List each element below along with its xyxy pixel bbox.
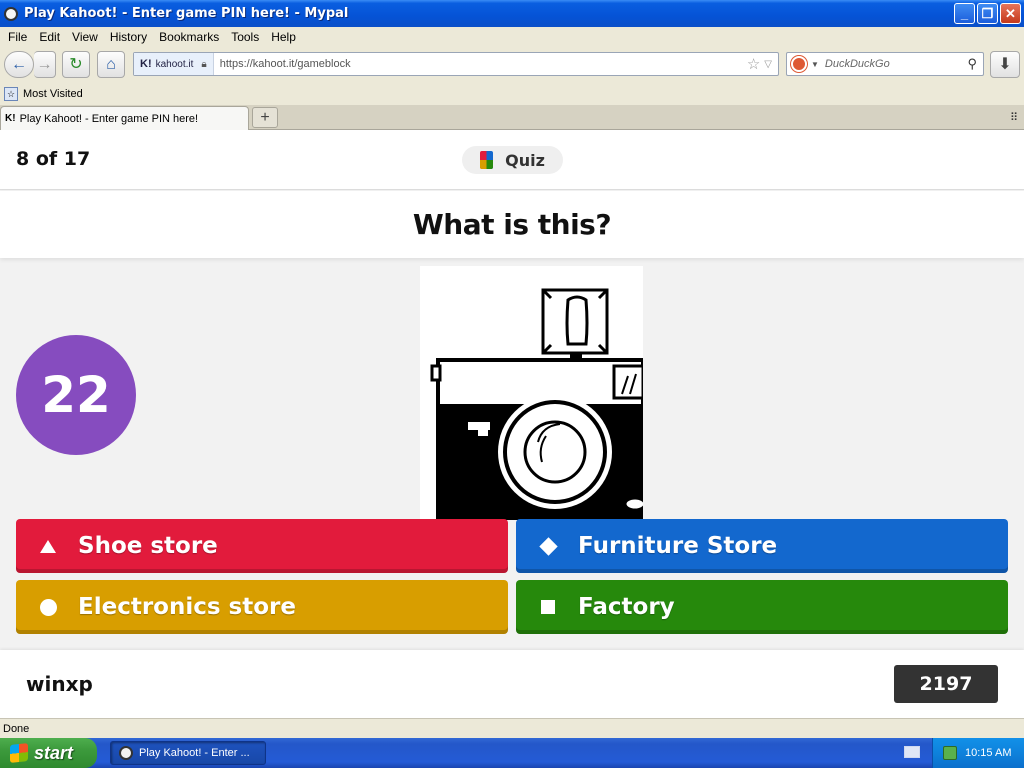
clock[interactable]: 10:15 AM [965, 747, 1011, 759]
answer-label: Factory [578, 594, 675, 620]
status-bar: Done [0, 718, 1024, 738]
game-mode-label: Quiz [505, 150, 545, 170]
quiz-icon [480, 151, 494, 169]
tab-list-icon[interactable]: ⠿ [1010, 111, 1018, 124]
square-icon [530, 600, 570, 614]
search-bar[interactable]: ▼ DuckDuckGo ⚲ [786, 52, 984, 76]
search-icon[interactable]: ⚲ [967, 56, 977, 72]
restore-button[interactable]: ❐ [977, 3, 998, 24]
most-visited-bookmark[interactable]: Most Visited [23, 88, 83, 100]
url-input[interactable]: https://kahoot.it/gameblock [220, 58, 747, 70]
taskbar-item-mypal[interactable]: Play Kahoot! - Enter ... [110, 741, 266, 765]
tab-kahoot[interactable]: K! Play Kahoot! - Enter game PIN here! [0, 106, 249, 130]
forward-button[interactable]: → [34, 51, 56, 78]
back-button[interactable]: ← [4, 51, 34, 78]
duckduckgo-icon[interactable] [791, 56, 807, 72]
player-nickname: winxp [26, 672, 93, 696]
downloads-button[interactable]: ⬇ [990, 51, 1020, 78]
kahoot-favicon-icon: K! [140, 58, 152, 70]
answer-button-square[interactable]: Factory [516, 580, 1008, 634]
game-mode-badge: Quiz [462, 146, 563, 174]
bookmark-star-icon[interactable]: ☆ [747, 55, 760, 73]
search-engine-dropdown-icon[interactable]: ▼ [811, 60, 819, 69]
diamond-icon [530, 536, 570, 556]
answer-label: Furniture Store [578, 533, 778, 559]
player-bar: winxp 2197 [0, 650, 1024, 718]
question-banner: What is this? [0, 191, 1024, 258]
answer-button-circle[interactable]: Electronics store [16, 580, 508, 634]
mypal-taskbar-icon [119, 746, 133, 760]
close-button[interactable]: ✕ [1000, 3, 1021, 24]
window-title-bar[interactable]: Play Kahoot! - Enter game PIN here! - My… [0, 0, 1024, 27]
menu-bar: File Edit View History Bookmarks Tools H… [0, 27, 1024, 46]
tab-label: Play Kahoot! - Enter game PIN here! [19, 112, 199, 125]
menu-bookmarks[interactable]: Bookmarks [159, 30, 219, 44]
question-image-camera [420, 266, 643, 520]
answer-label: Shoe store [78, 533, 218, 559]
kahoot-tab-favicon-icon: K! [5, 113, 16, 124]
navigation-toolbar: ← → ↻ ⌂ K! kahoot.it 🔒︎ https://kahoot.i… [0, 46, 1024, 83]
player-score: 2197 [894, 665, 998, 703]
system-tray: 10:15 AM [932, 738, 1024, 768]
home-button[interactable]: ⌂ [97, 51, 125, 78]
menu-file[interactable]: File [8, 30, 27, 44]
question-progress: 8 of 17 [16, 148, 91, 170]
camera-illustration [420, 266, 643, 520]
triangle-icon [30, 539, 70, 553]
menu-tools[interactable]: Tools [231, 30, 259, 44]
site-identity-label: kahoot.it [155, 58, 194, 70]
start-button[interactable]: start [0, 738, 97, 768]
windows-logo-icon [10, 743, 28, 763]
minimize-button[interactable]: _ [954, 3, 975, 24]
reload-button[interactable]: ↻ [62, 51, 90, 78]
start-label: start [34, 742, 74, 763]
circle-icon [30, 598, 70, 616]
taskbar: start Play Kahoot! - Enter ... 10:15 AM [0, 738, 1024, 768]
question-title: What is this? [412, 208, 612, 241]
menu-view[interactable]: View [72, 30, 98, 44]
url-bar[interactable]: K! kahoot.it 🔒︎ https://kahoot.it/gamebl… [133, 52, 779, 76]
bookmarks-toolbar: ☆ Most Visited [0, 83, 1024, 105]
most-visited-icon: ☆ [4, 87, 18, 101]
menu-help[interactable]: Help [271, 30, 296, 44]
answer-label: Electronics store [78, 594, 296, 620]
url-dropdown-icon[interactable]: ▽ [764, 59, 772, 70]
taskbar-item-label: Play Kahoot! - Enter ... [139, 747, 250, 759]
search-input[interactable]: DuckDuckGo [825, 58, 968, 70]
kahoot-gameblock-page: 8 of 17 Quiz What is this? 22 Shoe store… [0, 130, 1024, 718]
site-identity-button[interactable]: K! kahoot.it 🔒︎ [134, 53, 214, 75]
tab-strip: K! Play Kahoot! - Enter game PIN here! +… [0, 105, 1024, 130]
answer-button-triangle[interactable]: Shoe store [16, 519, 508, 573]
lock-icon: 🔒︎ [201, 58, 207, 70]
keyboard-icon[interactable] [904, 746, 920, 758]
countdown-timer: 22 [16, 335, 136, 455]
network-icon[interactable] [943, 746, 957, 760]
game-top-bar: 8 of 17 Quiz [0, 130, 1024, 190]
menu-edit[interactable]: Edit [39, 30, 60, 44]
new-tab-button[interactable]: + [252, 107, 278, 128]
answer-button-diamond[interactable]: Furniture Store [516, 519, 1008, 573]
window-title: Play Kahoot! - Enter game PIN here! - My… [24, 6, 349, 21]
menu-history[interactable]: History [110, 30, 147, 44]
mypal-browser-icon [4, 6, 18, 21]
